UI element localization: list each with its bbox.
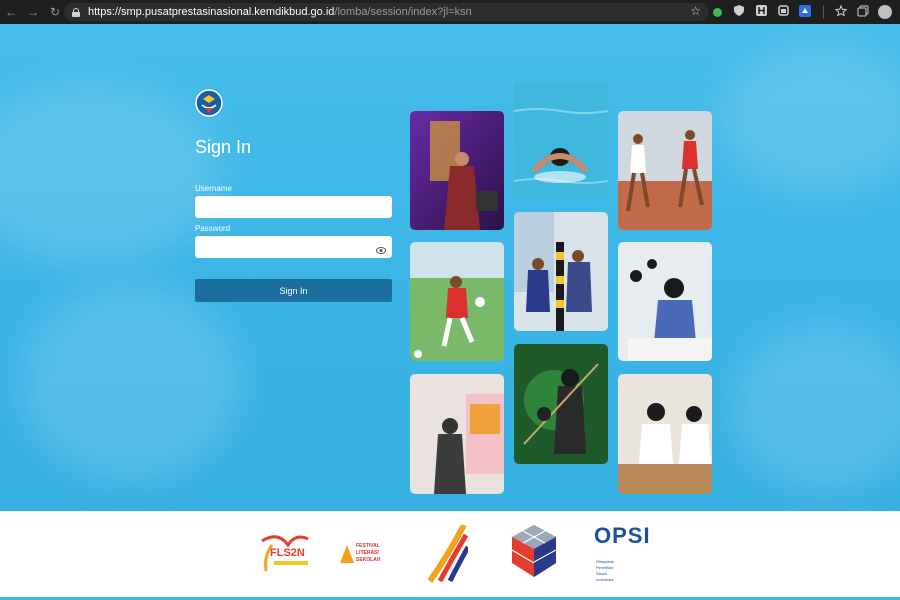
password-field[interactable] <box>195 236 392 258</box>
photo-science-exhibit <box>514 212 608 331</box>
photo-runners <box>618 111 712 230</box>
photo-traditional-dance <box>514 344 608 464</box>
show-password-eye-icon[interactable] <box>375 241 387 254</box>
profile-avatar-icon <box>878 5 892 19</box>
cloud-decoration <box>720 44 900 194</box>
reload-button[interactable]: ↻ <box>44 0 66 24</box>
address-bar[interactable]: https://smp.pusatprestasinasional.kemdik… <box>64 3 709 21</box>
opsi-sub-2: Penelitian <box>596 565 614 570</box>
forward-arrow-icon: → <box>27 5 39 19</box>
photo-literacy-festival <box>410 374 504 494</box>
username-label: Username <box>195 184 232 193</box>
extension-button[interactable] <box>772 0 794 24</box>
extension-button[interactable] <box>794 0 816 24</box>
sponsor-footer: FLS2N FESTIVAL LITERASI SEKOLAH OPSI Oli… <box>0 511 900 600</box>
browser-toolbar: ← → ↻ https://smp.pusatprestasinasional.… <box>0 0 900 24</box>
extension-icon-h <box>755 5 767 19</box>
extension-button[interactable] <box>706 0 728 24</box>
cloud-decoration <box>20 284 240 484</box>
cloud-decoration <box>0 84 220 264</box>
fls-logo-line2: LITERASI <box>356 550 379 556</box>
back-button[interactable]: ← <box>0 0 22 24</box>
favorite-star-icon[interactable]: ☆ <box>690 4 701 18</box>
collections-icon <box>857 5 869 20</box>
signin-title: Sign In <box>195 137 252 157</box>
fls-logo-line1: FESTIVAL <box>356 543 380 549</box>
forward-button[interactable]: → <box>22 0 44 24</box>
signin-button[interactable]: Sign In <box>195 279 392 302</box>
photo-students-competition <box>618 374 712 494</box>
extension-button[interactable] <box>728 0 750 24</box>
profile-button[interactable] <box>874 0 896 24</box>
opsi-logo[interactable]: OPSI Olimpiade Penelitian Siswa Indonesi… <box>594 521 650 585</box>
photo-football <box>410 242 504 361</box>
settings-menu-button[interactable]: ⋯ <box>896 0 900 24</box>
extension-icon-box <box>777 5 789 19</box>
favorites-button[interactable] <box>830 0 852 24</box>
photo-violinist <box>410 111 504 230</box>
password-label: Password <box>195 224 231 233</box>
o2sn-sports-logo[interactable] <box>427 523 471 583</box>
extension-tray: ⋯ <box>706 0 900 24</box>
url-host: https://smp.pusatprestasinasional.kemdik… <box>88 6 335 18</box>
favorites-star-icon <box>834 4 848 20</box>
back-arrow-icon: ← <box>5 5 17 19</box>
extension-button[interactable] <box>750 0 772 24</box>
photo-exam-classroom <box>618 242 712 361</box>
lock-icon <box>72 7 80 17</box>
opsi-logo-text: OPSI <box>594 523 651 548</box>
festival-literasi-sekolah-logo[interactable]: FESTIVAL LITERASI SEKOLAH <box>340 541 392 571</box>
ksn-cube-logo[interactable] <box>511 525 557 577</box>
fls2n-logo[interactable]: FLS2N <box>258 531 310 577</box>
kemdikbud-logo <box>195 89 223 121</box>
url-path: /lomba/session/index?jl=ksn <box>334 6 472 18</box>
extension-icon-green <box>712 7 722 17</box>
login-page: Sign In Username Password Sign In <box>0 24 900 511</box>
extension-icon-blue <box>799 4 811 20</box>
opsi-sub-3: Siswa <box>596 571 607 576</box>
collections-button[interactable] <box>852 0 874 24</box>
toolbar-separator <box>816 0 830 24</box>
fls-logo-line3: SEKOLAH <box>356 557 381 563</box>
photo-swimmer <box>514 81 608 200</box>
opsi-sub-4: Indonesia <box>596 577 614 582</box>
opsi-sub-1: Olimpiade <box>596 559 615 564</box>
shield-icon <box>734 5 744 19</box>
fls2n-logo-text: FLS2N <box>270 547 305 559</box>
reload-icon: ↻ <box>49 5 61 19</box>
username-field[interactable] <box>195 196 392 218</box>
cloud-decoration <box>730 324 900 494</box>
